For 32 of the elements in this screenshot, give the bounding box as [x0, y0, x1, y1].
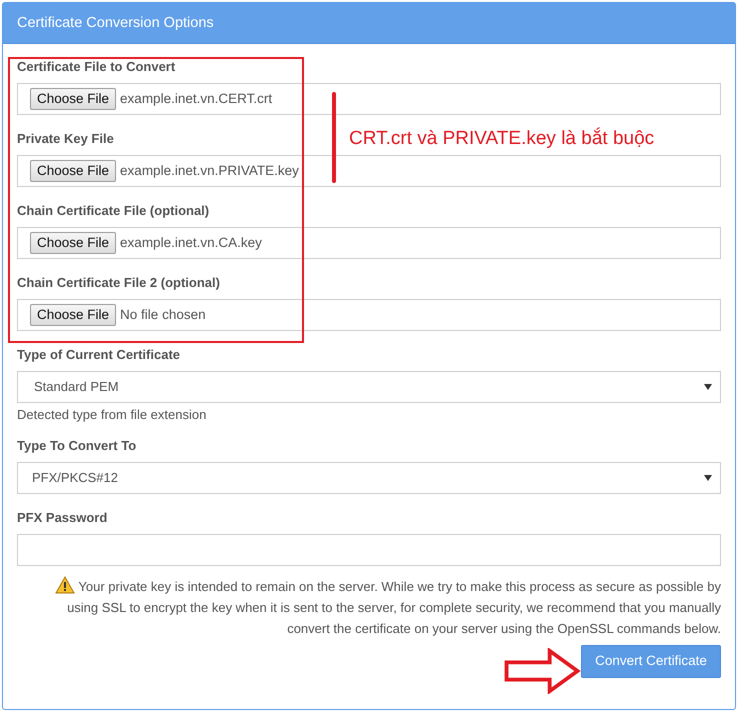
select-value: Standard PEM [34, 378, 119, 396]
file-field[interactable]: Choose File example.inet.vn.CERT.crt [17, 83, 721, 115]
field-label: Type To Convert To [17, 437, 136, 455]
field-label: Type of Current Certificate [17, 346, 180, 364]
warning-icon [55, 576, 76, 594]
password-field[interactable] [17, 534, 721, 566]
file-field[interactable]: Choose File example.inet.vn.PRIVATE.key [17, 155, 721, 187]
annotation-note: CRT.crt và PRIVATE.key là bắt buộc [349, 126, 654, 151]
choose-file-button[interactable]: Choose File [30, 304, 116, 326]
file-field[interactable]: Choose File example.inet.vn.CA.key [17, 227, 721, 259]
arrow-icon [502, 648, 582, 694]
file-name: example.inet.vn.CERT.crt [120, 90, 272, 108]
select-field[interactable]: PFX/PKCS#12 [17, 462, 721, 494]
file-name: No file chosen [120, 306, 206, 324]
file-field[interactable]: Choose File No file chosen [17, 299, 721, 331]
field-label: PFX Password [17, 509, 108, 527]
choose-file-button[interactable]: Choose File [30, 160, 116, 182]
file-name: example.inet.vn.CA.key [120, 234, 262, 252]
select-value: PFX/PKCS#12 [32, 469, 118, 488]
choose-file-button[interactable]: Choose File [30, 88, 116, 110]
dropdown-caret-icon [704, 475, 712, 481]
panel-title: Certificate Conversion Options [17, 15, 214, 31]
field-label: Certificate File to Convert [17, 58, 176, 76]
field-label: Chain Certificate File (optional) [17, 202, 210, 220]
choose-file-button[interactable]: Choose File [30, 232, 116, 254]
help-text: Detected type from file extension [17, 406, 208, 424]
file-name: example.inet.vn.PRIVATE.key [120, 162, 299, 180]
dropdown-caret-icon [704, 384, 712, 390]
select-field[interactable]: Standard PEM [17, 371, 721, 403]
field-label: Private Key File [17, 130, 114, 148]
warning-text: Your private key is intended to remain on the server. While we try to make this process as secure as possible by using SSL to encrypt the key when it is sent to the server, for complete security, we recommend that you manually convert the certificate on your server using the OpenSSL commands below. [67, 579, 721, 636]
field-label: Chain Certificate File 2 (optional) [17, 274, 220, 292]
